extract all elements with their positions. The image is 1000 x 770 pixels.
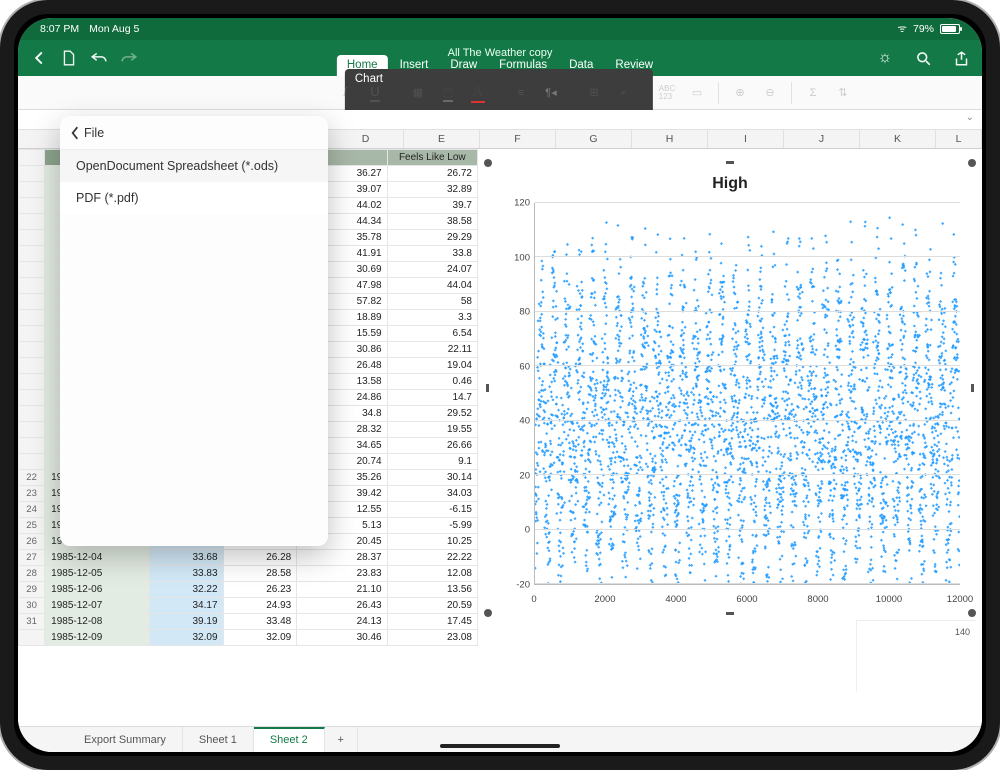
sort-filter-icon[interactable]: ⇅ [830, 81, 856, 105]
y-tick-label: -20 [500, 580, 530, 591]
table-row[interactable]: 291985-12-0632.2226.2321.1013.56 [19, 582, 478, 598]
y-tick-label: 40 [500, 416, 530, 427]
chart-handle-e[interactable] [971, 384, 974, 392]
col-D[interactable]: D [328, 130, 404, 148]
ribbon-tabs: Home Insert Draw Formulas Data Review Ch… [337, 55, 663, 76]
battery-icon [940, 24, 960, 34]
file-icon[interactable] [58, 47, 80, 69]
home-indicator[interactable] [440, 744, 560, 748]
chart-handle-n[interactable] [726, 161, 734, 164]
merge-icon[interactable]: ⊞ [581, 81, 607, 105]
chart-handle-w[interactable] [486, 384, 489, 392]
col-L[interactable]: L [936, 130, 982, 148]
autosum-icon[interactable]: Σ [800, 81, 826, 105]
number-format-icon[interactable]: ABC123 [654, 81, 680, 105]
col-K[interactable]: K [860, 130, 936, 148]
y-tick-label: 20 [500, 470, 530, 481]
panel-back-label: File [84, 126, 104, 140]
secondary-chart-peek: 140 [856, 620, 976, 692]
underline-icon[interactable]: U [362, 81, 388, 105]
chart-handle-sw[interactable] [484, 609, 492, 617]
delete-cells-icon[interactable]: ⊖ [757, 81, 783, 105]
export-option-ods[interactable]: OpenDocument Spreadsheet (*.ods) [60, 150, 328, 182]
ios-status-bar: 8:07 PM Mon Aug 5 ᯤ 79% [18, 18, 982, 40]
battery-pct: 79% [913, 23, 934, 35]
col-I[interactable]: I [708, 130, 784, 148]
sheet-tab-export-summary[interactable]: Export Summary [68, 727, 183, 752]
sheet-tab-bar: Export Summary Sheet 1 Sheet 2 + [18, 726, 982, 752]
rtl-icon[interactable]: ¶◂ [538, 81, 564, 105]
header-feels: Feels Like Low [387, 150, 477, 166]
chart-handle-se[interactable] [968, 609, 976, 617]
share-icon[interactable] [950, 47, 972, 69]
col-H[interactable]: H [632, 130, 708, 148]
app-bar: All The Weather copy Home Insert Draw Fo… [18, 40, 982, 76]
x-tick-label: 12000 [947, 594, 973, 605]
y-tick-label: 0 [500, 525, 530, 536]
x-tick-label: 10000 [876, 594, 902, 605]
chart-title: High [488, 175, 972, 193]
col-J[interactable]: J [784, 130, 860, 148]
chart-plot-area [534, 203, 960, 585]
chart-object[interactable]: High -2002040608010012002000400060008000… [488, 163, 972, 613]
align-icon[interactable]: ≡ [508, 81, 534, 105]
borders-icon[interactable]: ▦ [405, 81, 431, 105]
status-date: Mon Aug 5 [89, 23, 139, 35]
x-tick-label: 2000 [594, 594, 615, 605]
lightbulb-icon[interactable]: ☼ [874, 47, 896, 69]
x-tick-label: 6000 [736, 594, 757, 605]
y-tick-label: 120 [500, 198, 530, 209]
font-color-icon[interactable]: A [465, 81, 491, 105]
redo-icon[interactable] [118, 47, 140, 69]
fill-color-icon[interactable]: ⬚ [435, 81, 461, 105]
col-G[interactable]: G [556, 130, 632, 148]
x-tick-label: 0 [531, 594, 536, 605]
mini-chart-ylabel: 140 [955, 627, 970, 637]
sheet-tab-sheet1[interactable]: Sheet 1 [183, 727, 254, 752]
export-format-panel: File OpenDocument Spreadsheet (*.ods) PD… [60, 116, 328, 546]
export-option-pdf[interactable]: PDF (*.pdf) [60, 182, 328, 214]
wrap-icon[interactable]: ⤶ [611, 81, 637, 105]
chart-handle-nw[interactable] [484, 159, 492, 167]
sheet-tab-sheet2[interactable]: Sheet 2 [254, 727, 325, 752]
table-row[interactable]: 281985-12-0533.8328.5823.8312.08 [19, 566, 478, 582]
search-icon[interactable] [912, 47, 934, 69]
insert-cells-icon[interactable]: ⊕ [727, 81, 753, 105]
table-row[interactable]: 301985-12-0734.1724.9326.4320.59 [19, 598, 478, 614]
table-row[interactable]: 271985-12-0433.6826.2828.3722.22 [19, 550, 478, 566]
y-tick-label: 80 [500, 307, 530, 318]
x-tick-label: 4000 [665, 594, 686, 605]
panel-back-button[interactable]: File [60, 116, 328, 150]
y-tick-label: 60 [500, 361, 530, 372]
chart-handle-ne[interactable] [968, 159, 976, 167]
back-icon[interactable] [28, 47, 50, 69]
chevron-down-icon[interactable]: ⌄ [966, 112, 974, 123]
chart-handle-s[interactable] [726, 612, 734, 615]
y-tick-label: 100 [500, 252, 530, 263]
italic-icon[interactable]: I [332, 81, 358, 105]
table-row[interactable]: 311985-12-0839.1933.4824.1317.45 [19, 614, 478, 630]
add-sheet-button[interactable]: + [325, 727, 358, 752]
wifi-icon: ᯤ [897, 22, 907, 36]
status-time: 8:07 PM [40, 23, 79, 35]
cell-style-icon[interactable]: ▭ [684, 81, 710, 105]
col-E[interactable]: E [404, 130, 480, 148]
col-F[interactable]: F [480, 130, 556, 148]
table-row[interactable]: 1985-12-0932.0932.0930.4623.08 [19, 630, 478, 646]
x-tick-label: 8000 [807, 594, 828, 605]
undo-icon[interactable] [88, 47, 110, 69]
